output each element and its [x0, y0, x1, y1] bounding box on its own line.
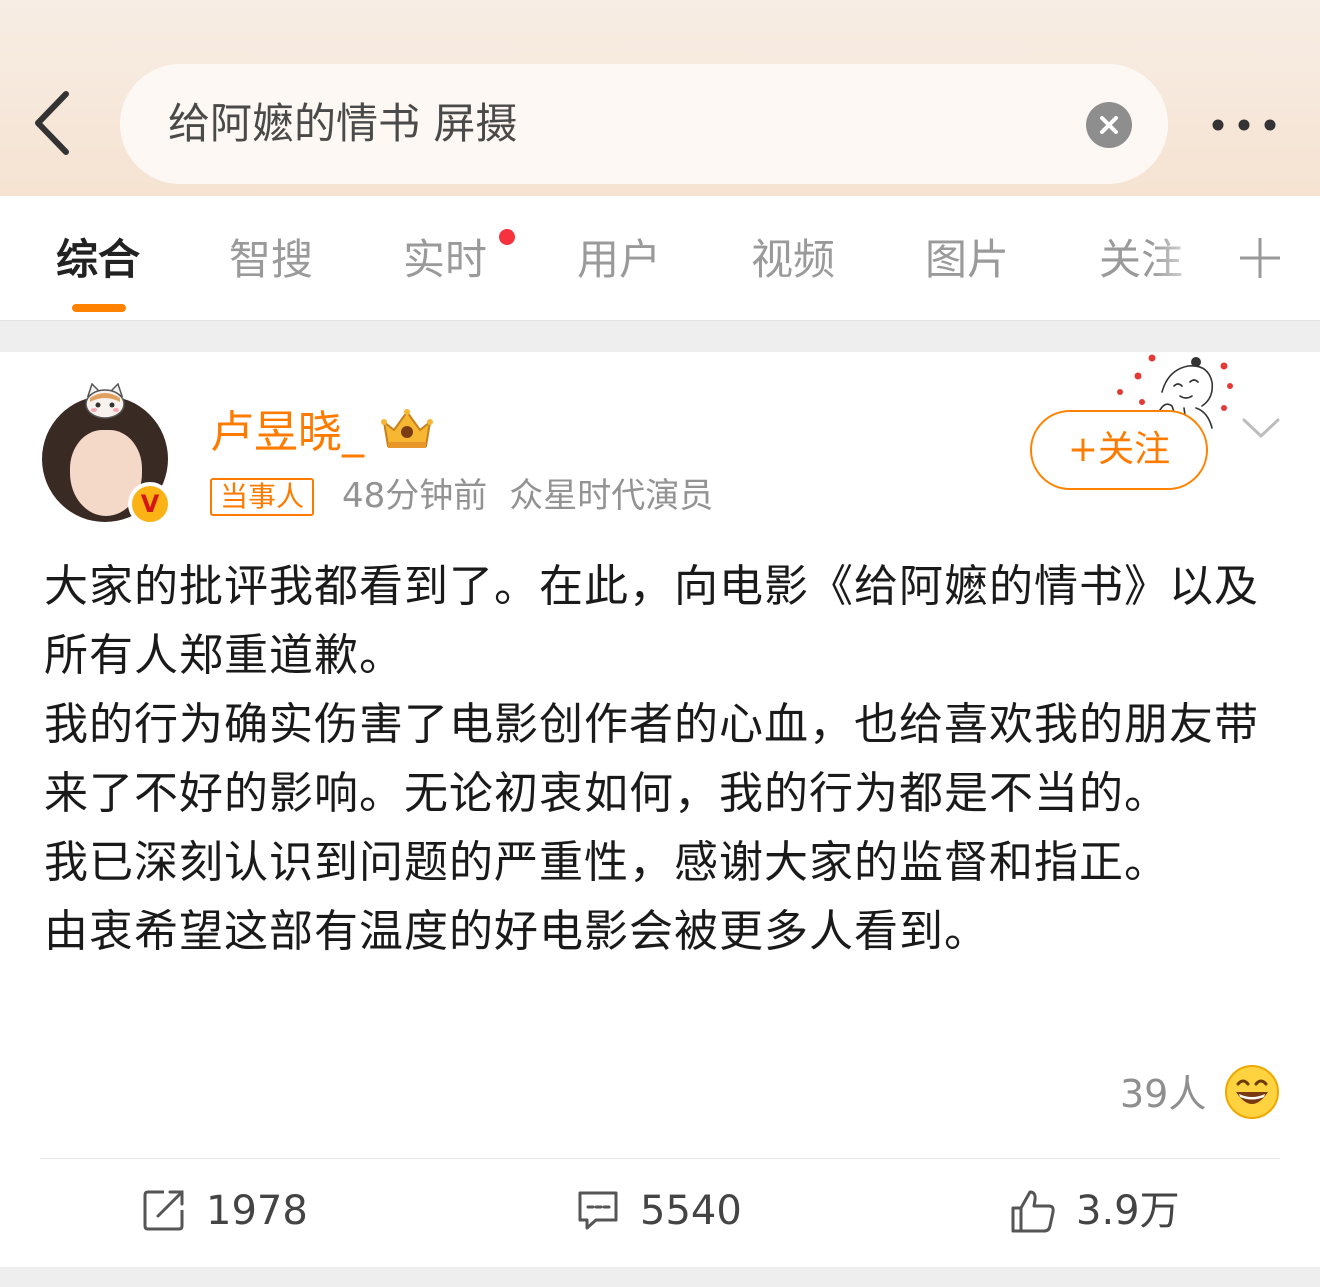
verified-badge-icon: V	[128, 482, 172, 526]
active-tab-indicator	[72, 304, 126, 312]
back-arrow-icon[interactable]	[28, 88, 84, 158]
party-involved-tag: 当事人	[210, 478, 315, 516]
more-options-icon[interactable]	[1208, 108, 1280, 142]
post-paragraph: 我已深刻认识到问题的严重性，感谢大家的监督和指正。	[44, 837, 1169, 888]
repost-button[interactable]: 1978	[142, 1184, 322, 1238]
realtime-notification-dot	[499, 229, 515, 245]
post-time: 48分钟前	[342, 476, 488, 516]
search-input[interactable]: 给阿嬷的情书 屏摄	[120, 64, 1168, 184]
tab-overflow-fade	[1150, 196, 1220, 320]
post-paragraph: 我的行为确实伤害了电影创作者的心血，也给喜欢我的朋友带来了不好的影响。无论初衷如…	[44, 699, 1259, 819]
cat-pendant-icon	[85, 382, 125, 419]
tab-comprehensive[interactable]: 综合	[56, 234, 140, 286]
clear-search-button[interactable]	[1086, 102, 1132, 148]
search-header: 给阿嬷的情书 屏摄	[0, 0, 1320, 196]
tab-images[interactable]: 图片	[925, 234, 1009, 286]
tab-videos[interactable]: 视频	[751, 234, 835, 286]
card-divider	[40, 1158, 1280, 1159]
add-tab-icon[interactable]	[1236, 234, 1284, 282]
post-paragraph: 大家的批评我都看到了。在此，向电影《给阿嬷的情书》以及所有人郑重道歉。	[44, 561, 1259, 681]
post-meta: 48分钟前 众星时代演员	[342, 474, 713, 518]
search-query-text[interactable]: 给阿嬷的情书 屏摄	[168, 64, 517, 184]
section-divider	[0, 320, 1320, 352]
comment-icon	[578, 1191, 618, 1230]
post-body: 大家的批评我都看到了。在此，向电影《给阿嬷的情书》以及所有人郑重道歉。 我的行为…	[44, 552, 1284, 966]
post-source: 众星时代演员	[509, 476, 714, 516]
like-button[interactable]: 3.9万	[1010, 1184, 1200, 1238]
comment-button[interactable]: 5540	[576, 1184, 756, 1238]
follow-button[interactable]: +关注	[1030, 410, 1208, 490]
tab-realtime[interactable]: 实时	[403, 234, 487, 286]
crown-badge-icon	[381, 409, 433, 448]
comment-count: 5540	[640, 1188, 742, 1234]
like-count: 3.9万	[1076, 1188, 1180, 1234]
repost-count: 1978	[206, 1188, 308, 1234]
laughing-face-icon	[1225, 1065, 1279, 1119]
author-name[interactable]: 卢昱晓_	[210, 408, 364, 458]
repost-icon	[143, 1190, 184, 1231]
chevron-down-icon[interactable]	[1240, 414, 1282, 442]
post-card: V 卢昱晓_ 当事人 48分钟前 众星时代演员 +关注 大家的批评我都看到了。在…	[0, 352, 1320, 1267]
search-tabs: 综合 智搜 实时 用户 视频 图片 关注	[0, 196, 1320, 320]
tab-smart-search[interactable]: 智搜	[229, 234, 313, 286]
thumbs-up-icon	[1011, 1190, 1055, 1233]
close-icon	[1100, 116, 1118, 134]
bottom-divider	[0, 1267, 1320, 1287]
tab-users[interactable]: 用户	[577, 234, 661, 286]
reaction-count: 39人	[1120, 1072, 1207, 1116]
post-paragraph: 由衷希望这部有温度的好电影会被更多人看到。	[44, 906, 989, 957]
